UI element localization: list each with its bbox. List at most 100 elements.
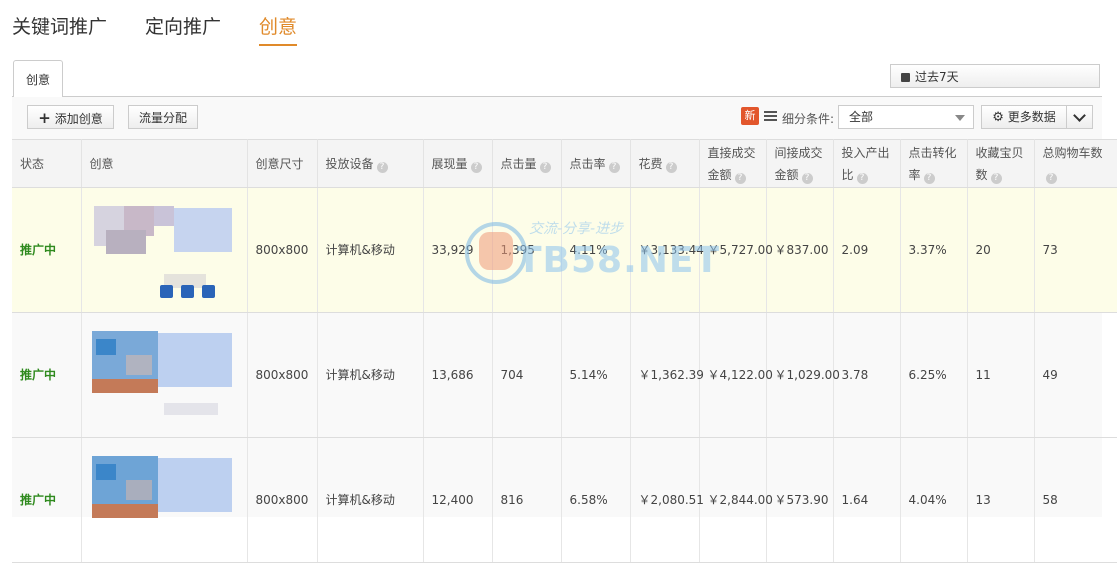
col-cvr[interactable]: 点击转化率? bbox=[900, 139, 968, 188]
roi-cell: 2.09 bbox=[833, 187, 901, 313]
delete-icon[interactable] bbox=[180, 285, 194, 298]
favorites-cell: 11 bbox=[967, 312, 1035, 438]
plus-icon: + bbox=[38, 109, 51, 127]
help-icon[interactable]: ? bbox=[608, 161, 620, 173]
calendar-icon bbox=[901, 73, 910, 82]
impressions-cell: 12,400 bbox=[423, 437, 493, 563]
traffic-split-button[interactable]: 流量分配 bbox=[128, 105, 198, 129]
col-indirect-sales[interactable]: 间接成交金额? bbox=[766, 139, 834, 188]
cost-cell: ￥1,362.39 bbox=[630, 312, 704, 438]
col-status[interactable]: 状态 bbox=[12, 139, 82, 188]
filter-select[interactable]: 全部 bbox=[838, 105, 974, 129]
col-favorites[interactable]: 收藏宝贝数? bbox=[967, 139, 1035, 188]
help-icon[interactable]: ? bbox=[734, 172, 746, 184]
size-cell: 800x800 bbox=[247, 437, 318, 563]
roi-cell: 1.64 bbox=[833, 437, 901, 563]
help-icon[interactable]: ? bbox=[665, 161, 677, 173]
favorites-cell: 20 bbox=[967, 187, 1035, 313]
cost-cell: ￥3,133.44 bbox=[630, 187, 704, 313]
tab-targeted-promotion[interactable]: 定向推广 bbox=[145, 14, 221, 46]
col-clicks[interactable]: 点击量? bbox=[492, 139, 562, 188]
creative-cell bbox=[81, 312, 248, 438]
top-tabs: 关键词推广 定向推广 创意 bbox=[12, 14, 335, 46]
new-badge: 新 bbox=[741, 107, 759, 125]
status-text: 推广中 bbox=[12, 312, 82, 438]
creative-thumbnail[interactable] bbox=[86, 450, 236, 550]
chevron-down-icon bbox=[1073, 109, 1086, 122]
table-row[interactable]: 推广中 800x800 计算机&移动 33,929 1,395 4.11% ￥3… bbox=[12, 187, 1117, 313]
direct-sales-cell: ￥5,727.00 bbox=[699, 187, 773, 313]
cvr-cell: 4.04% bbox=[900, 437, 968, 563]
cvr-cell: 6.25% bbox=[900, 312, 968, 438]
col-cart[interactable]: 总购物车数? bbox=[1034, 139, 1117, 188]
indirect-sales-cell: ￥1,029.00 bbox=[766, 312, 840, 438]
indirect-sales-cell: ￥837.00 bbox=[766, 187, 834, 313]
creative-thumbnail[interactable] bbox=[86, 200, 236, 300]
clicks-cell: 704 bbox=[492, 312, 562, 438]
impressions-cell: 33,929 bbox=[423, 187, 493, 313]
creative-thumbnail[interactable] bbox=[86, 325, 236, 425]
col-ctr[interactable]: 点击率? bbox=[561, 139, 631, 188]
creative-table: 状态 创意 创意尺寸 投放设备? 展现量? 点击量? 点击率? 花费? 直接成交… bbox=[12, 139, 1117, 563]
dropdown-arrow-icon bbox=[955, 115, 965, 121]
clicks-cell: 1,395 bbox=[492, 187, 562, 313]
direct-sales-cell: ￥4,122.00 bbox=[699, 312, 773, 438]
col-roi[interactable]: 投入产出比? bbox=[833, 139, 901, 188]
creative-cell bbox=[81, 437, 248, 563]
replace-icon[interactable] bbox=[201, 285, 215, 298]
cvr-cell: 3.37% bbox=[900, 187, 968, 313]
table-row[interactable]: 推广中 800x800 计算机&移动 13,686 704 5.14% ￥1,3… bbox=[12, 312, 1117, 438]
more-data-label: 更多数据 bbox=[1007, 110, 1056, 124]
help-icon[interactable]: ? bbox=[539, 161, 551, 173]
roi-cell: 3.78 bbox=[833, 312, 901, 438]
direct-sales-cell: ￥2,844.00 bbox=[699, 437, 773, 563]
col-cost[interactable]: 花费? bbox=[630, 139, 700, 188]
table-header-row: 状态 创意 创意尺寸 投放设备? 展现量? 点击量? 点击率? 花费? 直接成交… bbox=[12, 139, 1117, 188]
device-cell: 计算机&移动 bbox=[317, 187, 424, 313]
tab-creative[interactable]: 创意 bbox=[259, 14, 298, 46]
col-direct-sales[interactable]: 直接成交金额? bbox=[699, 139, 767, 188]
clicks-cell: 816 bbox=[492, 437, 562, 563]
tab-keyword-promotion[interactable]: 关键词推广 bbox=[12, 14, 107, 46]
filter-label: 细分条件: bbox=[782, 112, 835, 126]
help-icon[interactable]: ? bbox=[470, 161, 482, 173]
size-cell: 800x800 bbox=[247, 312, 318, 438]
col-creative: 创意 bbox=[81, 139, 248, 188]
status-text: 推广中 bbox=[12, 187, 82, 313]
size-cell: 800x800 bbox=[247, 187, 318, 313]
device-cell: 计算机&移动 bbox=[317, 312, 424, 438]
help-icon[interactable]: ? bbox=[923, 172, 935, 184]
list-icon bbox=[764, 111, 777, 122]
indirect-sales-cell: ￥573.90 bbox=[766, 437, 834, 563]
ctr-cell: 5.14% bbox=[561, 312, 631, 438]
more-data-button[interactable]: ⚙ 更多数据 bbox=[981, 105, 1067, 129]
col-device[interactable]: 投放设备? bbox=[317, 139, 424, 188]
impressions-cell: 13,686 bbox=[423, 312, 493, 438]
help-icon[interactable]: ? bbox=[990, 172, 1002, 184]
col-size: 创意尺寸 bbox=[247, 139, 318, 188]
date-range-label: 过去7天 bbox=[915, 70, 959, 84]
col-impressions[interactable]: 展现量? bbox=[423, 139, 493, 188]
add-creative-button[interactable]: + 添加创意 bbox=[27, 105, 114, 129]
help-icon[interactable]: ? bbox=[376, 161, 388, 173]
table-row[interactable]: 推广中 800x800 计算机&移动 12,400 816 6.58% ￥2,0… bbox=[12, 437, 1117, 563]
date-range-button[interactable]: 过去7天 bbox=[890, 64, 1100, 88]
help-icon[interactable]: ? bbox=[801, 172, 813, 184]
ctr-cell: 6.58% bbox=[561, 437, 631, 563]
gear-icon: ⚙ bbox=[992, 110, 1004, 125]
creative-cell bbox=[81, 187, 248, 313]
edit-icon[interactable] bbox=[159, 285, 173, 298]
filter-select-value: 全部 bbox=[849, 110, 874, 124]
panel-tab-creative[interactable]: 创意 bbox=[13, 60, 63, 97]
ctr-cell: 4.11% bbox=[561, 187, 631, 313]
more-data-dropdown-button[interactable] bbox=[1066, 105, 1093, 129]
cart-cell: 58 bbox=[1034, 437, 1117, 563]
cart-cell: 73 bbox=[1034, 187, 1117, 313]
help-icon[interactable]: ? bbox=[856, 172, 868, 184]
add-creative-label: 添加创意 bbox=[54, 112, 103, 126]
cost-cell: ￥2,080.51 bbox=[630, 437, 704, 563]
favorites-cell: 13 bbox=[967, 437, 1035, 563]
status-text: 推广中 bbox=[12, 437, 82, 563]
cart-cell: 49 bbox=[1034, 312, 1117, 438]
help-icon[interactable]: ? bbox=[1045, 172, 1057, 184]
